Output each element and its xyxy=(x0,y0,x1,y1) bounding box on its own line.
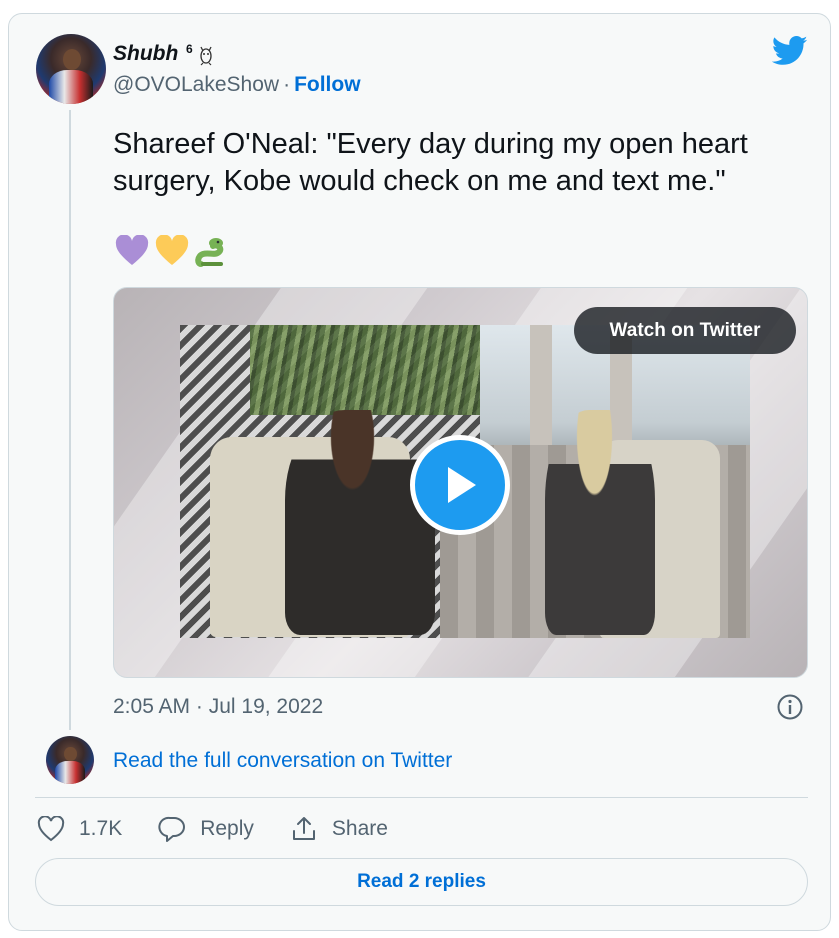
author-avatar[interactable] xyxy=(36,34,106,104)
author-handle[interactable]: @OVOLakeShow xyxy=(113,73,279,96)
read-full-conversation-link[interactable]: Read the full conversation on Twitter xyxy=(113,749,452,773)
action-bar: 1.7K Reply Share xyxy=(37,812,424,846)
like-button[interactable]: 1.7K xyxy=(37,816,122,842)
watch-on-twitter-button[interactable]: Watch on Twitter xyxy=(574,307,796,354)
snake-icon xyxy=(193,232,231,270)
divider xyxy=(35,797,808,798)
thread-line xyxy=(69,110,71,730)
tweet-card: Shubh 6 @OVOLakeShow · Follow Shareef O'Ne… xyxy=(8,13,831,931)
share-label: Share xyxy=(331,817,388,840)
author-name-suffix: 6 xyxy=(186,42,193,56)
author-handle-row: @OVOLakeShow · Follow xyxy=(113,73,361,97)
read-replies-button[interactable]: Read 2 replies xyxy=(35,858,808,906)
like-count: 1.7K xyxy=(79,817,123,840)
yellow-heart-icon xyxy=(153,232,191,270)
separator-dot: · xyxy=(283,73,291,96)
share-button[interactable]: Share xyxy=(290,815,388,843)
heart-outline-icon xyxy=(37,816,65,842)
reply-bubble-icon xyxy=(158,816,186,842)
tweet-text: Shareef O'Neal: "Every day during my ope… xyxy=(113,128,748,197)
purple-heart-icon xyxy=(113,232,151,270)
twitter-bird-icon[interactable] xyxy=(772,36,808,66)
emoji-row xyxy=(113,232,231,270)
play-icon xyxy=(448,467,476,503)
reply-button[interactable]: Reply xyxy=(158,815,254,843)
tweet-timestamp[interactable]: 2:05 AM · Jul 19, 2022 xyxy=(113,695,323,719)
video-media[interactable]: Watch on Twitter xyxy=(113,287,808,678)
reply-avatar[interactable] xyxy=(46,736,94,784)
follow-link[interactable]: Follow xyxy=(294,73,361,96)
share-icon xyxy=(292,817,315,840)
owl-icon xyxy=(200,46,212,66)
info-icon[interactable] xyxy=(776,693,804,721)
reply-label: Reply xyxy=(200,817,254,840)
author-display-name[interactable]: Shubh xyxy=(113,42,178,66)
play-button[interactable] xyxy=(410,435,510,535)
